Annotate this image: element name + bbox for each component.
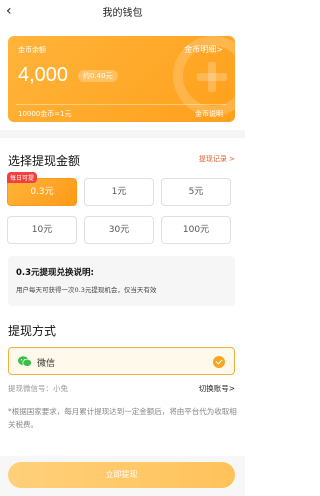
wechat-label: 微信 bbox=[37, 359, 56, 369]
decorative-plus-icon bbox=[197, 62, 227, 92]
amount-option-4[interactable]: 30元 bbox=[84, 216, 154, 244]
withdraw-record-link[interactable]: 提现记录 > bbox=[199, 154, 235, 164]
wechat-icon bbox=[18, 356, 32, 367]
amount-option-5[interactable]: 100元 bbox=[161, 216, 231, 244]
coin-balance-card: 金币余额 金币明细> 4,000 约0.40元 10000金币=1元 金币说明 bbox=[8, 36, 235, 122]
withdraw-note-box: 0.3元提现兑换说明: 用户每天可获得一次0.3元提现机会，仅当天有效 bbox=[8, 256, 235, 306]
top-bar: ‹ 我的钱包 bbox=[0, 0, 245, 28]
tax-disclaimer: *根据国家要求，每月累计提现达到一定金额后，将由平台代为收取相关税费。 bbox=[8, 407, 237, 429]
note-text: 用户每天可获得一次0.3元提现机会，仅当天有效 bbox=[16, 286, 157, 294]
card-divider bbox=[16, 104, 227, 105]
amount-option-2[interactable]: 5元 bbox=[161, 178, 231, 206]
wechat-account-label: 提现微信号：小兔 bbox=[8, 384, 68, 393]
section-divider bbox=[0, 130, 245, 138]
note-title: 0.3元提现兑换说明: bbox=[16, 268, 94, 278]
balance-label: 金币余额 bbox=[18, 46, 46, 54]
amount-option-3[interactable]: 10元 bbox=[7, 216, 77, 244]
wechat-method-option[interactable]: 微信 bbox=[8, 347, 235, 375]
daily-badge: 每日可提 bbox=[7, 172, 38, 183]
amount-option-1[interactable]: 1元 bbox=[84, 178, 154, 206]
withdraw-method-title: 提现方式 bbox=[8, 324, 57, 338]
coin-amount: 4,000 bbox=[18, 64, 69, 86]
withdraw-amount-title: 选择提现金额 bbox=[8, 154, 81, 168]
switch-account-link[interactable]: 切换账号> bbox=[199, 383, 235, 394]
page-title: 我的钱包 bbox=[102, 8, 143, 19]
check-icon bbox=[213, 356, 225, 368]
withdraw-now-button[interactable]: 立即提现 bbox=[8, 462, 235, 488]
approx-value-badge: 约0.40元 bbox=[78, 70, 118, 82]
coin-detail-link[interactable]: 金币明细> bbox=[184, 44, 223, 55]
coin-explain-link[interactable]: 金币说明 bbox=[195, 109, 223, 119]
exchange-rate-text: 10000金币=1元 bbox=[18, 110, 72, 118]
